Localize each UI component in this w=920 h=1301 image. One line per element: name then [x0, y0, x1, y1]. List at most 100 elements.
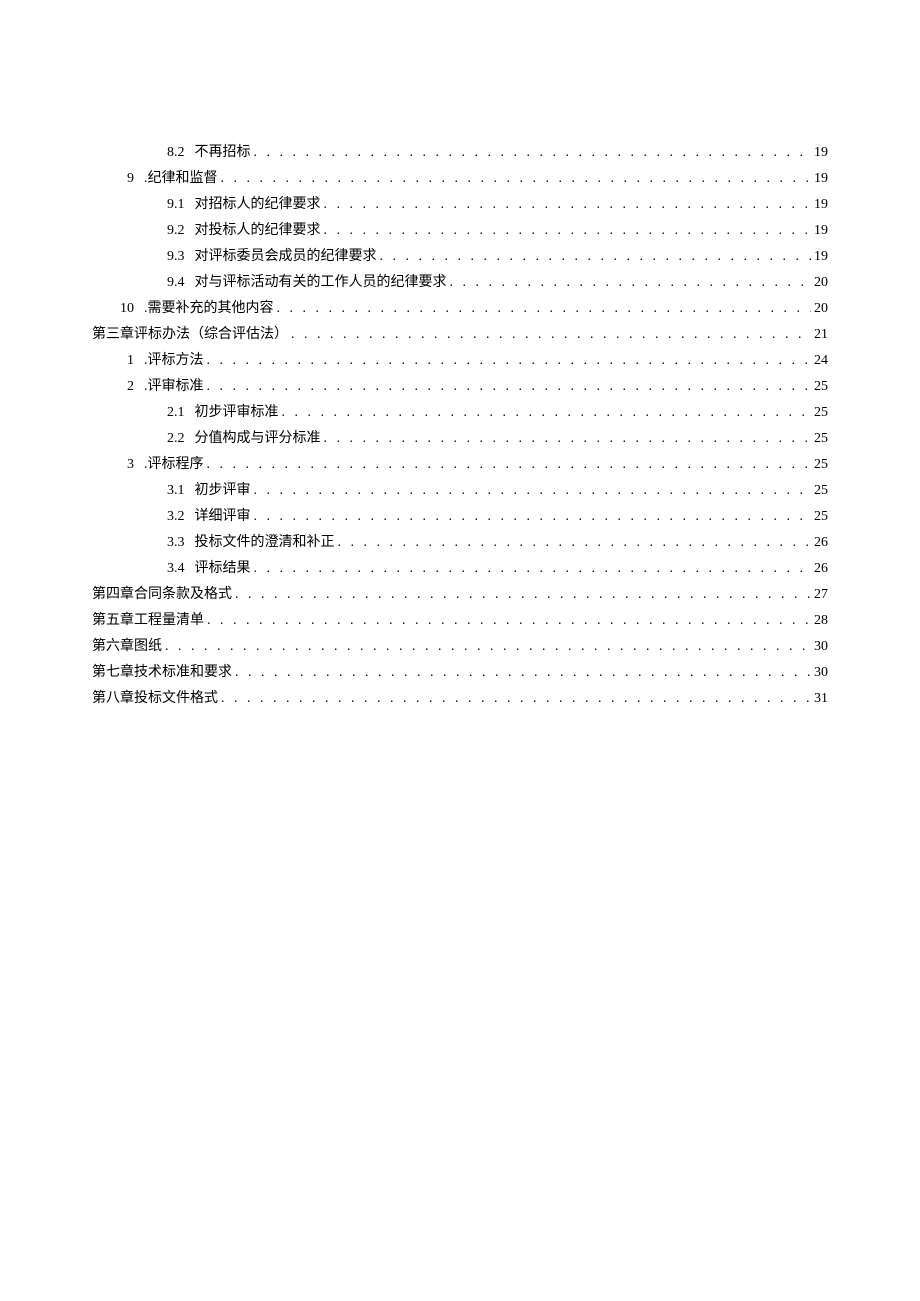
toc-entry: 2 .评审标准 25	[92, 374, 828, 400]
toc-number: 8.2	[167, 140, 195, 166]
toc-text: 初步评审	[195, 478, 251, 504]
toc-text: .评审标准	[144, 374, 204, 400]
toc-page: 20	[811, 270, 828, 296]
toc-page: 28	[811, 608, 828, 634]
toc-entry: 9 .纪律和监督 19	[92, 166, 828, 192]
toc-leader-dots	[162, 634, 811, 660]
toc-page: 25	[811, 426, 828, 452]
toc-text: 投标文件的澄清和补正	[195, 530, 335, 556]
toc-page: 20	[811, 296, 828, 322]
toc-entry: 3.1 初步评审 25	[92, 478, 828, 504]
toc-leader-dots	[321, 192, 812, 218]
toc-number: 9.4	[167, 270, 195, 296]
toc-entry: 第三章评标办法（综合评估法） 21	[92, 322, 828, 348]
toc-entry: 3.3 投标文件的澄清和补正 26	[92, 530, 828, 556]
toc-number: 9.1	[167, 192, 195, 218]
toc-entry: 2.1 初步评审标准 25	[92, 400, 828, 426]
toc-text: 对招标人的纪律要求	[195, 192, 321, 218]
table-of-contents: 8.2 不再招标 19 9 .纪律和监督 19 9.1 对招标人的纪律要求 19…	[92, 140, 828, 712]
toc-text: 第六章图纸	[92, 634, 162, 660]
toc-entry: 第五章工程量清单 28	[92, 608, 828, 634]
toc-leader-dots	[251, 140, 812, 166]
toc-page: 31	[811, 686, 828, 712]
toc-text: .评标方法	[144, 348, 204, 374]
toc-leader-dots	[288, 322, 811, 348]
toc-number: 2	[127, 374, 144, 400]
toc-number: 9	[127, 166, 144, 192]
toc-page: 21	[811, 322, 828, 348]
toc-number: 2.1	[167, 400, 195, 426]
toc-entry: 10 .需要补充的其他内容 20	[92, 296, 828, 322]
toc-leader-dots	[251, 478, 812, 504]
toc-number: 10	[120, 296, 144, 322]
toc-text: 初步评审标准	[195, 400, 279, 426]
toc-leader-dots	[279, 400, 812, 426]
toc-page: 19	[811, 218, 828, 244]
toc-text: .纪律和监督	[144, 166, 218, 192]
toc-leader-dots	[204, 374, 812, 400]
toc-text: 分值构成与评分标准	[195, 426, 321, 452]
toc-leader-dots	[218, 166, 812, 192]
toc-text: 第七章技术标准和要求	[92, 660, 232, 686]
toc-page: 26	[811, 530, 828, 556]
toc-leader-dots	[377, 244, 812, 270]
toc-page: 25	[811, 452, 828, 478]
toc-number: 2.2	[167, 426, 195, 452]
toc-text: 第八章投标文件格式	[92, 686, 218, 712]
toc-page: 25	[811, 374, 828, 400]
toc-number: 9.3	[167, 244, 195, 270]
toc-entry: 3.2 详细评审 25	[92, 504, 828, 530]
toc-leader-dots	[335, 530, 812, 556]
toc-number: 3.1	[167, 478, 195, 504]
toc-leader-dots	[321, 426, 812, 452]
toc-text: 不再招标	[195, 140, 251, 166]
toc-text: 对与评标活动有关的工作人员的纪律要求	[195, 270, 447, 296]
toc-entry: 9.2 对投标人的纪律要求 19	[92, 218, 828, 244]
toc-leader-dots	[232, 660, 811, 686]
toc-leader-dots	[204, 608, 811, 634]
toc-text: .评标程序	[144, 452, 204, 478]
toc-number: 3.2	[167, 504, 195, 530]
toc-leader-dots	[251, 556, 812, 582]
toc-page: 19	[811, 192, 828, 218]
toc-page: 19	[811, 244, 828, 270]
toc-leader-dots	[218, 686, 811, 712]
toc-page: 30	[811, 660, 828, 686]
toc-page: 27	[811, 582, 828, 608]
toc-entry: 9.3 对评标委员会成员的纪律要求 19	[92, 244, 828, 270]
toc-leader-dots	[204, 452, 812, 478]
toc-entry: 第四章合同条款及格式 27	[92, 582, 828, 608]
toc-entry: 1 .评标方法 24	[92, 348, 828, 374]
toc-page: 25	[811, 400, 828, 426]
toc-entry: 2.2 分值构成与评分标准 25	[92, 426, 828, 452]
toc-page: 26	[811, 556, 828, 582]
toc-text: 对评标委员会成员的纪律要求	[195, 244, 377, 270]
toc-page: 24	[811, 348, 828, 374]
toc-text: .需要补充的其他内容	[144, 296, 274, 322]
toc-number: 9.2	[167, 218, 195, 244]
toc-entry: 9.4 对与评标活动有关的工作人员的纪律要求 20	[92, 270, 828, 296]
toc-leader-dots	[274, 296, 812, 322]
toc-entry: 第七章技术标准和要求 30	[92, 660, 828, 686]
toc-entry: 3 .评标程序 25	[92, 452, 828, 478]
toc-leader-dots	[204, 348, 812, 374]
toc-entry: 3.4 评标结果 26	[92, 556, 828, 582]
toc-text: 第四章合同条款及格式	[92, 582, 232, 608]
toc-number: 3.3	[167, 530, 195, 556]
toc-text: 第三章评标办法（综合评估法）	[92, 322, 288, 348]
toc-page: 25	[811, 504, 828, 530]
toc-number: 3.4	[167, 556, 195, 582]
toc-page: 19	[811, 140, 828, 166]
toc-text: 对投标人的纪律要求	[195, 218, 321, 244]
toc-leader-dots	[321, 218, 812, 244]
toc-entry: 第八章投标文件格式 31	[92, 686, 828, 712]
toc-text: 详细评审	[195, 504, 251, 530]
toc-page: 30	[811, 634, 828, 660]
toc-entry: 9.1 对招标人的纪律要求 19	[92, 192, 828, 218]
toc-entry: 8.2 不再招标 19	[92, 140, 828, 166]
toc-page: 25	[811, 478, 828, 504]
toc-text: 评标结果	[195, 556, 251, 582]
toc-leader-dots	[232, 582, 811, 608]
toc-leader-dots	[447, 270, 812, 296]
toc-number: 1	[127, 348, 144, 374]
